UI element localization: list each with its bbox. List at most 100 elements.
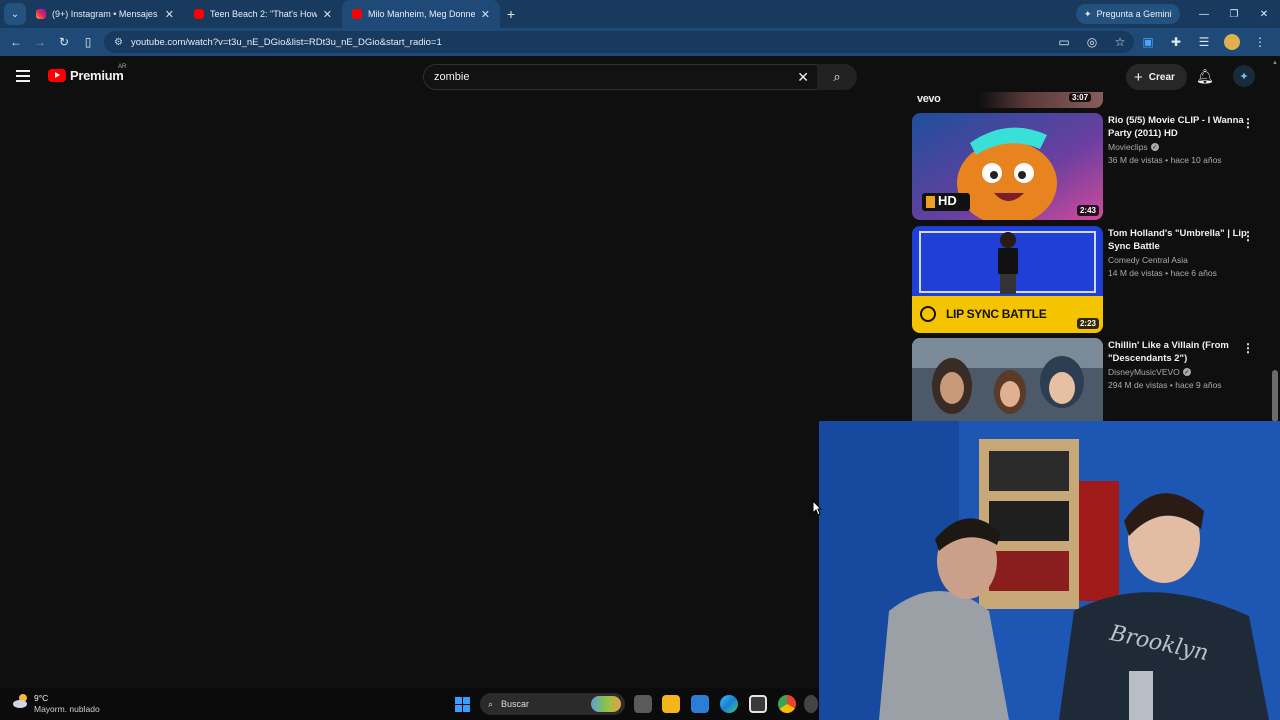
menu-icon[interactable] (16, 70, 30, 85)
video-stats: 36 M de vistas • hace 10 años (1108, 155, 1222, 165)
search-query: zombie (434, 71, 470, 83)
video-title[interactable]: Chillin' Like a Villain (From "Descendan… (1108, 339, 1248, 365)
video-thumbnail[interactable]: LIP SYNC BATTLE 2:23 (912, 226, 1103, 333)
back-icon[interactable]: ← (4, 30, 28, 54)
related-video-item[interactable]: LIP SYNC BATTLE 2:23 Tom Holland's "Umbr… (912, 226, 1264, 334)
verified-icon: ✓ (1182, 368, 1191, 376)
youtube-icon (352, 9, 362, 19)
tab-title: Teen Beach 2: "That's How We Do" (210, 9, 317, 19)
weather-cloudy-icon[interactable] (12, 692, 30, 710)
tab-title: Milo Manheim, Meg Donnelly, Disney (368, 9, 475, 19)
forward-icon[interactable]: → (28, 30, 52, 54)
duration-badge: 2:43 (1076, 205, 1099, 216)
extension-icon[interactable]: ▣ (1136, 30, 1160, 54)
close-window-icon[interactable]: ✕ (1248, 0, 1280, 28)
clear-search-icon[interactable]: ✕ (797, 69, 809, 86)
bookmark-star-icon[interactable]: ☆ (1108, 30, 1132, 54)
logo-text: Premium (70, 68, 124, 83)
reading-list-icon[interactable]: ☰ (1192, 30, 1216, 54)
weather-temperature[interactable]: 9°C (34, 693, 48, 703)
search-highlight-icon (591, 696, 621, 712)
gemini-icon: ✦ (1084, 8, 1092, 19)
tab-title: (9+) Instagram • Mensajes (52, 9, 158, 19)
verified-icon: ✓ (1150, 143, 1159, 151)
taskbar-search[interactable]: ⌕ Buscar (480, 693, 625, 715)
gemini-label: Pregunta a Gemini (1096, 9, 1172, 19)
more-actions-icon[interactable]: ⋮ (1242, 116, 1254, 130)
tab-teen-beach[interactable]: Teen Beach 2: "That's How We Do" ✕ (184, 0, 342, 28)
eye-off-icon[interactable]: ◎ (1080, 30, 1104, 54)
video-thumbnail[interactable] (912, 338, 1103, 421)
video-stats: 294 M de vistas • hace 9 años (1108, 380, 1222, 390)
taskbar-search-placeholder: Buscar (501, 699, 530, 709)
profile-avatar[interactable] (1220, 30, 1244, 54)
channel-name[interactable]: DisneyMusicVEVO ✓ (1108, 367, 1248, 377)
mouse-cursor-icon (812, 499, 823, 521)
close-tab-icon[interactable]: ✕ (165, 8, 174, 21)
video-meta: Rio (5/5) Movie CLIP - I Wanna Party (20… (1108, 114, 1248, 165)
channel-name[interactable]: Comedy Central Asia (1108, 255, 1248, 265)
windows-start-icon[interactable] (455, 697, 470, 712)
create-label: Crear (1148, 71, 1175, 83)
video-meta: Tom Holland's "Umbrella" | Lip Sync Batt… (1108, 227, 1248, 278)
gemini-button[interactable]: ✦ Pregunta a Gemini (1076, 4, 1180, 24)
browser-toolbar: ← → ↻ ▯ ⚙ youtube.com/watch?v=t3u_nE_DGi… (0, 28, 1280, 56)
microsoft-store-icon[interactable] (749, 695, 767, 713)
vevo-logo: vevo (917, 93, 941, 105)
duration-badge: 3:07 (1069, 93, 1092, 102)
search-icon: ⌕ (833, 69, 841, 84)
more-actions-icon[interactable]: ⋮ (1242, 341, 1254, 355)
youtube-icon (194, 9, 204, 19)
taskbar-app-icon[interactable] (691, 695, 709, 713)
taskbar-app-icon[interactable] (804, 695, 818, 713)
edge-browser-icon[interactable] (720, 695, 738, 713)
reload-icon[interactable]: ↻ (52, 30, 76, 54)
url-text: youtube.com/watch?v=t3u_nE_DGio&list=RDt… (130, 36, 442, 48)
create-button[interactable]: + Crear (1126, 64, 1187, 90)
new-tab-button[interactable]: + (500, 6, 522, 22)
weather-description[interactable]: Mayorm. nublado (34, 704, 100, 714)
plus-icon: + (1134, 68, 1143, 86)
duration-badge: 2:23 (1076, 318, 1099, 329)
scroll-up-arrow-icon[interactable]: ▲ (1272, 60, 1278, 66)
restore-window-icon[interactable]: ❐ (1218, 0, 1250, 28)
windows-taskbar: 9°C Mayorm. nublado ⌕ Buscar (0, 688, 819, 720)
close-tab-icon[interactable]: ✕ (481, 8, 490, 21)
channel-name[interactable]: Movieclips ✓ (1108, 142, 1248, 152)
chrome-icon[interactable] (778, 695, 796, 713)
search-button[interactable]: ⌕ (817, 64, 857, 90)
instagram-icon (36, 9, 46, 19)
search-input[interactable]: zombie ✕ (423, 64, 818, 90)
tab-instagram[interactable]: (9+) Instagram • Mensajes ✕ (26, 0, 184, 28)
page-scrollbar-track[interactable] (1271, 56, 1280, 420)
file-explorer-icon[interactable] (662, 695, 680, 713)
youtube-logo-icon (48, 69, 66, 82)
country-code: AR (118, 64, 127, 70)
lip-sync-battle-text: LIP SYNC BATTLE (946, 307, 1047, 321)
related-video-item[interactable]: HD 2:43 Rio (5/5) Movie CLIP - I Wanna P… (912, 113, 1264, 221)
youtube-premium-logo[interactable]: Premium AR (48, 64, 126, 83)
tab-search-menu-icon[interactable]: ⌄ (4, 3, 26, 25)
video-stats: 14 M de vistas • hace 6 años (1108, 268, 1217, 278)
youtube-header: Premium AR zombie ✕ ⌕ + Crear 🔔︎ ✦ (0, 56, 1280, 96)
minimize-window-icon[interactable]: — (1188, 0, 1220, 28)
notifications-bell-icon[interactable]: 🔔︎ (1196, 68, 1214, 85)
browser-menu-icon[interactable]: ⋮ (1248, 30, 1272, 54)
account-avatar[interactable]: ✦ (1233, 65, 1255, 87)
video-thumbnail[interactable]: HD 2:43 (912, 113, 1103, 220)
webcam-overlay: Brooklyn (819, 421, 1280, 720)
extensions-puzzle-icon[interactable]: ✚ (1164, 30, 1188, 54)
search-icon: ⌕ (488, 698, 494, 709)
close-tab-icon[interactable]: ✕ (323, 8, 332, 21)
video-title[interactable]: Rio (5/5) Movie CLIP - I Wanna Party (20… (1108, 114, 1248, 140)
address-bar[interactable]: ⚙ youtube.com/watch?v=t3u_nE_DGio&list=R… (104, 31, 1134, 53)
page-scrollbar-thumb[interactable] (1272, 370, 1278, 422)
cast-icon[interactable]: ▭ (1052, 30, 1076, 54)
more-actions-icon[interactable]: ⋮ (1242, 229, 1254, 243)
site-info-icon[interactable]: ⚙ (114, 37, 123, 48)
split-view-icon[interactable]: ▯ (76, 30, 100, 54)
video-meta: Chillin' Like a Villain (From "Descendan… (1108, 339, 1248, 390)
task-view-icon[interactable] (634, 695, 652, 713)
video-title[interactable]: Tom Holland's "Umbrella" | Lip Sync Batt… (1108, 227, 1248, 253)
tab-active-youtube[interactable]: Milo Manheim, Meg Donnelly, Disney ✕ (342, 0, 500, 28)
